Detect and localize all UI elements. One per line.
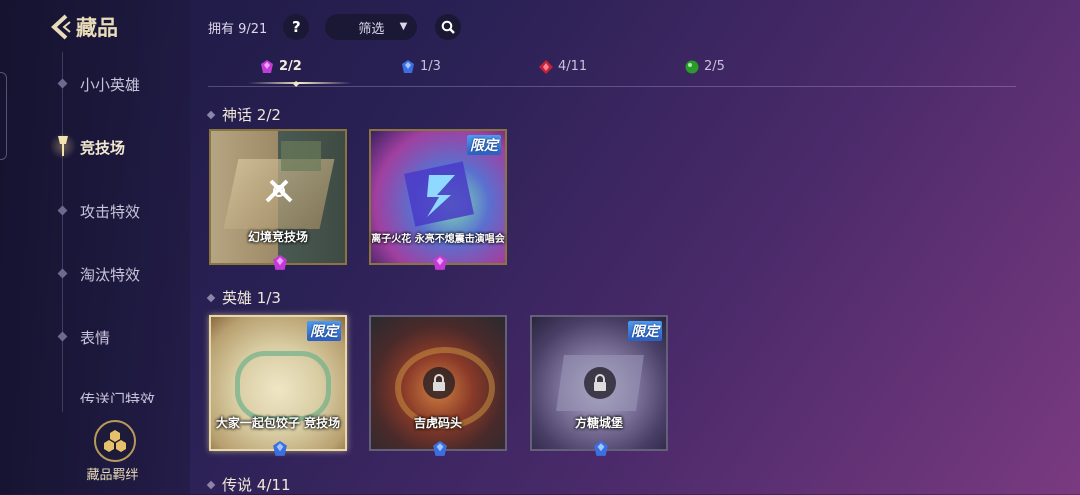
sidebar-item-little-legends[interactable]: 小小英雄 — [80, 74, 140, 95]
tab-epic[interactable]: 1/3 — [401, 59, 441, 74]
nav-line — [62, 52, 63, 412]
section-count: 2/2 — [256, 105, 281, 124]
section-title-legendary: 传说 4/11 — [206, 474, 291, 495]
section-title-epic: 英雄 1/3 — [206, 287, 281, 308]
section-name: 传说 — [222, 476, 253, 494]
blue-gem-icon — [433, 441, 447, 456]
section-name: 英雄 — [222, 289, 253, 307]
crossed-tools-icon — [265, 179, 293, 203]
nav-dot — [57, 205, 68, 216]
arena-nav-icon — [50, 132, 76, 160]
arena-card[interactable]: 限定 方糖城堡 — [530, 315, 668, 456]
card-name: 大家一起包饺子 竞技场 — [215, 416, 341, 430]
page-title: 藏品 — [76, 16, 118, 40]
edge-tab[interactable] — [0, 72, 7, 160]
diamond-icon — [206, 480, 216, 489]
collection-bond-button[interactable]: 藏品羁绊 — [85, 420, 145, 483]
bond-label: 藏品羁绊 — [86, 468, 139, 483]
sidebar-item-attack-effects[interactable]: 攻击特效 — [80, 201, 140, 222]
filter-label: 筛选 — [358, 21, 385, 37]
lock-icon — [584, 367, 616, 399]
limited-badge: 限定 — [467, 135, 501, 155]
card-name: 幻境竞技场 — [247, 230, 308, 244]
red-gem-icon — [539, 59, 553, 74]
lock-icon — [423, 367, 455, 399]
chevron-down-icon: ▼ — [399, 21, 408, 32]
search-button[interactable] — [435, 14, 462, 40]
tab-ornament: ◆ — [293, 79, 300, 88]
tab-rare[interactable]: 2/5 — [685, 59, 725, 74]
blue-gem-icon — [594, 441, 608, 456]
sidebar-item-arena[interactable]: 竞技场 — [80, 137, 125, 158]
filter-dropdown[interactable]: 筛选 ▼ — [325, 14, 418, 40]
sidebar-item-portal-effects[interactable]: 传送门特效 — [80, 389, 155, 403]
arena-card[interactable]: 幻境竞技场 — [209, 129, 347, 270]
diamond-icon — [206, 110, 216, 119]
card-name: 吉虎码头 — [413, 416, 462, 430]
tab-legendary[interactable]: 4/11 — [539, 59, 587, 74]
purple-gem-icon — [261, 59, 273, 73]
owned-count: 拥有 9/21 — [208, 21, 268, 37]
tab-rare-label: 2/5 — [704, 59, 725, 74]
section-title-mythic: 神话 2/2 — [206, 104, 281, 125]
search-icon — [442, 20, 456, 34]
tab-epic-label: 1/3 — [420, 59, 441, 74]
nav-dot — [57, 331, 68, 342]
section-name: 神话 — [222, 106, 253, 124]
blue-gem-icon — [273, 441, 287, 456]
green-gem-icon — [685, 60, 699, 73]
sidebar-item-elimination-effects[interactable]: 淘汰特效 — [80, 264, 140, 285]
sidebar: 藏品 小小英雄 竞技场 攻击特效 淘汰特效 表情 传送门特效 藏品羁绊 — [0, 0, 190, 494]
honeycomb-icon — [94, 420, 136, 462]
tab-mythic-label: 2/2 — [279, 59, 302, 74]
sidebar-item-emotes[interactable]: 表情 — [80, 327, 110, 348]
diamond-icon — [206, 293, 216, 302]
card-name: 离子火花 永亮不熄震击演唱会 — [371, 234, 505, 245]
blue-gem-icon — [402, 59, 414, 73]
tab-legendary-label: 4/11 — [558, 59, 588, 74]
card-name: 方糖城堡 — [574, 416, 623, 430]
nav-dot — [57, 78, 68, 89]
purple-gem-icon — [273, 255, 287, 270]
arena-card[interactable]: 限定 大家一起包饺子 竞技场 — [209, 315, 347, 456]
help-button[interactable]: ? — [283, 14, 310, 40]
limited-badge: 限定 — [628, 321, 662, 341]
nav-dot — [57, 268, 68, 279]
purple-gem-icon — [433, 255, 447, 270]
tab-mythic[interactable]: 2/2 — [260, 59, 302, 74]
rarity-tabs: 2/2 ◆ 1/3 4/11 2/5 — [208, 56, 1016, 88]
top-bar: 拥有 9/21 ? 筛选 ▼ — [208, 14, 462, 40]
section-count: 1/3 — [256, 288, 281, 307]
section-count: 4/11 — [256, 475, 291, 494]
arena-card[interactable]: 限定 离子火花 永亮不熄震击演唱会 — [369, 129, 507, 270]
help-icon: ? — [291, 18, 301, 36]
back-button[interactable]: 藏品 — [50, 12, 118, 42]
back-arrow-icon — [51, 14, 71, 40]
arena-card[interactable]: 吉虎码头 — [369, 315, 507, 456]
limited-badge: 限定 — [307, 321, 341, 341]
